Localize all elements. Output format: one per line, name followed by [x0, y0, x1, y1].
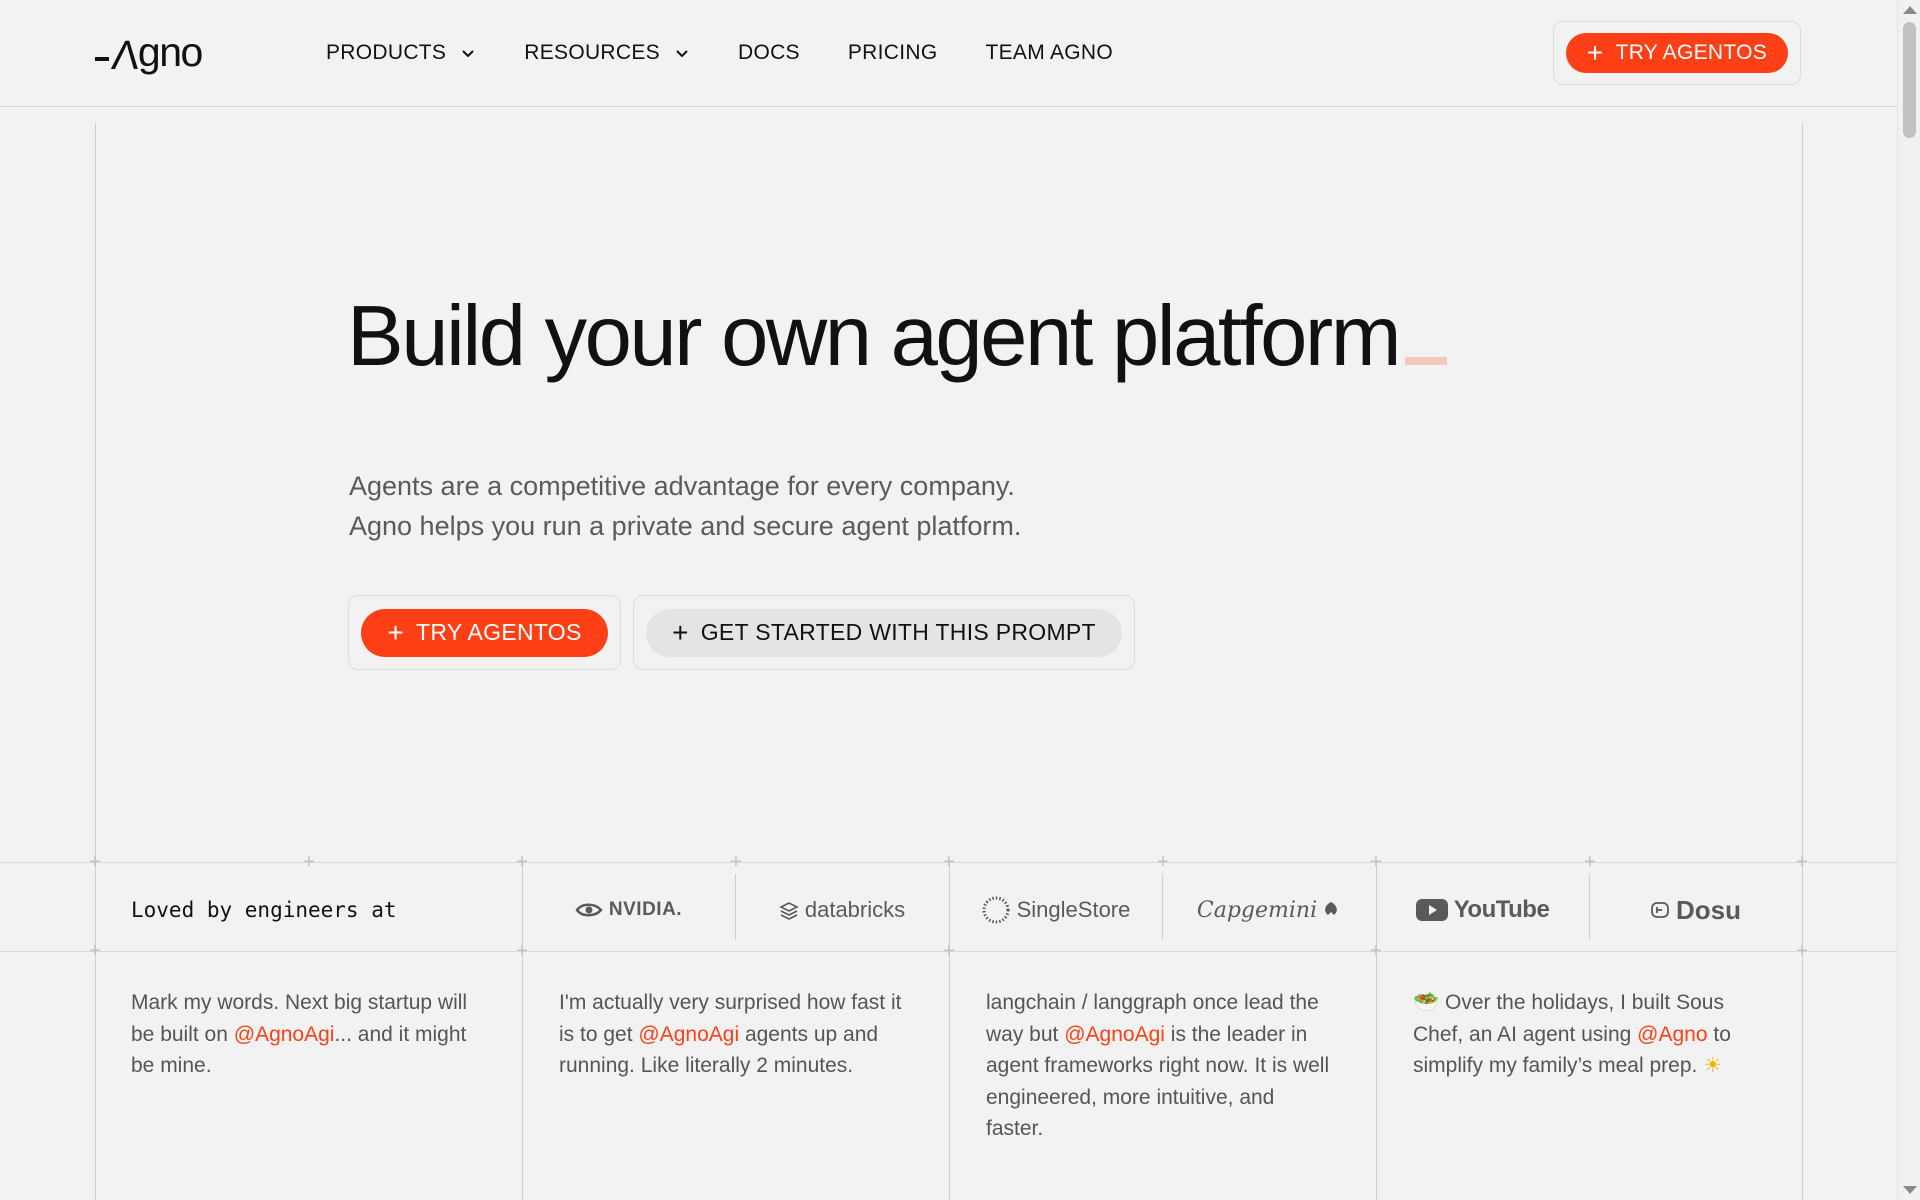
nvidia-wordmark: NVIDIA. — [608, 899, 683, 920]
capgemini-logo: Capgemini — [1162, 878, 1376, 942]
grid-cross: + — [516, 851, 528, 873]
nav-pricing[interactable]: PRICING — [848, 38, 938, 68]
grid-cross: + — [1370, 851, 1382, 873]
grid-cross: + — [1370, 940, 1382, 962]
capgemini-spade-icon — [1325, 902, 1337, 915]
chevron-down-icon — [676, 50, 688, 58]
testimonial-card: langchain / langgraph once lead the way … — [986, 987, 1331, 1145]
sun-emoji-icon: ☀ — [1703, 1054, 1723, 1077]
page-scrollbar[interactable] — [1897, 0, 1920, 1200]
hero-subtitle-line-1: Agents are a competitive advantage for e… — [349, 471, 1015, 501]
youtube-logo: YouTube — [1376, 878, 1589, 942]
grid-cross: + — [89, 851, 101, 873]
capgemini-wordmark: Capgemini — [1196, 897, 1318, 923]
typing-cursor — [1405, 357, 1448, 365]
hero-subtitle: Agents are a competitive advantage for e… — [349, 466, 1249, 546]
hero-secondary-cta-frame: + GET STARTED WITH THIS PROMPT — [633, 595, 1135, 670]
hero-cta-group: + TRY AGENTOS + GET STARTED WITH THIS PR… — [348, 595, 1135, 670]
try-agentos-header-button[interactable]: + TRY AGENTOS — [1566, 33, 1788, 73]
databricks-stack-icon — [779, 902, 799, 920]
singlestore-wordmark: SingleStore — [1016, 897, 1131, 922]
dosu-wordmark: Dosu — [1676, 894, 1741, 925]
grid-cross: + — [516, 940, 528, 962]
youtube-wordmark: YouTube — [1453, 896, 1550, 923]
scroll-down-arrow-icon[interactable] — [1903, 1186, 1917, 1194]
grid-cross: + — [943, 851, 955, 873]
try-agentos-button[interactable]: + TRY AGENTOS — [361, 608, 608, 657]
site-header: Λ gno PRODUCTS RESOURCES DOCS PRICING TE… — [0, 0, 1897, 107]
testimonial-card: 🥗 Over the holidays, I built Sous Chef, … — [1413, 987, 1758, 1082]
hero-primary-cta-frame: + TRY AGENTOS — [348, 595, 621, 670]
grid-cross: + — [1157, 851, 1169, 873]
plus-icon: + — [387, 616, 404, 648]
singlestore-logo: SingleStore — [949, 878, 1162, 942]
hero-title: Build your own agent platform — [347, 288, 1448, 386]
testimonial-card: Mark my words. Next big startup will be … — [131, 987, 476, 1082]
nav-products-label: PRODUCTS — [326, 41, 447, 64]
plus-icon: + — [672, 616, 689, 648]
nav-docs[interactable]: DOCS — [738, 38, 800, 68]
grid-cross: + — [89, 940, 101, 962]
scrollbar-thumb[interactable] — [1903, 22, 1916, 138]
nav-docs-label: DOCS — [737, 41, 800, 64]
grid-cross: + — [1584, 851, 1596, 873]
nav-pricing-label: PRICING — [847, 41, 938, 64]
grid-cross: + — [730, 851, 742, 873]
grid-cross: + — [303, 851, 315, 873]
try-agentos-label: TRY AGENTOS — [416, 619, 582, 645]
agno-logo[interactable]: Λ gno — [95, 29, 203, 78]
youtube-play-icon — [1415, 899, 1448, 921]
nav-products[interactable]: PRODUCTS — [326, 38, 476, 68]
nav-resources[interactable]: RESOURCES — [524, 38, 690, 68]
hero-title-text: Build your own agent platform — [347, 289, 1402, 384]
main-nav: PRODUCTS RESOURCES DOCS PRICING TEAM AGN… — [326, 38, 1161, 68]
logo-letter-a: Λ — [109, 32, 141, 78]
databricks-logo: databricks — [735, 878, 949, 942]
nav-team-agno[interactable]: TEAM AGNO — [985, 38, 1113, 68]
databricks-wordmark: databricks — [804, 897, 906, 922]
frame-line-right — [1802, 123, 1803, 1200]
nav-team-agno-label: TEAM AGNO — [985, 41, 1114, 64]
testimonial-card: I'm actually very surprised how fast it … — [559, 987, 904, 1082]
plus-icon: + — [1586, 37, 1604, 68]
get-started-prompt-label: GET STARTED WITH THIS PROMPT — [700, 619, 1096, 645]
scroll-up-arrow-icon[interactable] — [1903, 6, 1917, 14]
grid-cross: + — [1796, 940, 1808, 962]
nav-resources-label: RESOURCES — [524, 41, 660, 64]
loved-by-heading: Loved by engineers at — [131, 898, 397, 922]
get-started-prompt-button[interactable]: + GET STARTED WITH THIS PROMPT — [646, 608, 1122, 657]
nvidia-eye-icon — [575, 903, 603, 917]
testimonial-mention-link[interactable]: @AgnoAgi — [234, 1023, 335, 1046]
testimonial-mention-link[interactable]: @AgnoAgi — [1064, 1023, 1165, 1046]
grid-cross: + — [943, 940, 955, 962]
grid-cross: + — [1796, 851, 1808, 873]
singlestore-burst-icon — [982, 896, 1010, 924]
logo-text: gno — [137, 29, 203, 75]
dosu-logo: Dosu — [1589, 878, 1802, 942]
dosu-mark-icon — [1651, 902, 1669, 918]
chevron-down-icon — [462, 50, 474, 58]
header-cta-frame: + TRY AGENTOS — [1553, 21, 1801, 85]
try-agentos-header-label: TRY AGENTOS — [1615, 41, 1768, 64]
frame-line-left — [95, 123, 96, 1200]
hero-subtitle-line-2: Agno helps you run a private and secure … — [349, 511, 1022, 541]
salad-emoji-icon: 🥗 — [1413, 991, 1440, 1014]
testimonial-mention-link[interactable]: @Agno — [1637, 1023, 1707, 1046]
testimonial-mention-link[interactable]: @AgnoAgi — [638, 1023, 739, 1046]
logo-mark — [95, 57, 109, 61]
nvidia-logo: NVIDIA. — [522, 878, 735, 942]
